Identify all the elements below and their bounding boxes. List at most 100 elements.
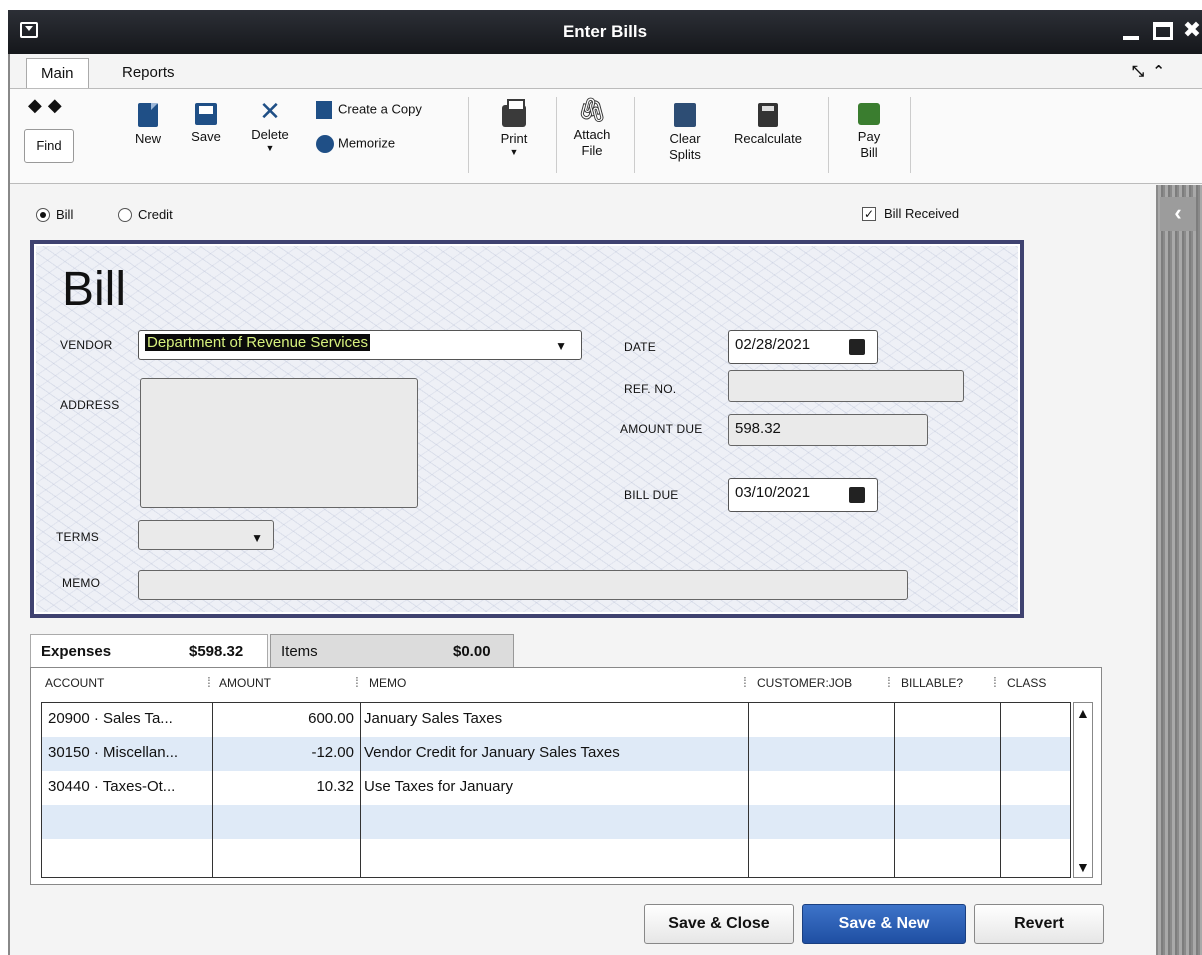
account-cell[interactable]: 20900 · Sales Ta... xyxy=(44,703,212,737)
maximize-icon[interactable] xyxy=(1153,22,1173,40)
column-divider[interactable]: ⁞ xyxy=(993,674,997,690)
print-dropdown-icon[interactable]: ▼ xyxy=(492,147,536,157)
column-header-class[interactable]: CLASS xyxy=(1007,676,1046,690)
amount-due-label: AMOUNT DUE xyxy=(620,422,703,436)
toolbar-divider xyxy=(828,97,829,173)
bill-due-value: 03/10/2021 xyxy=(735,484,811,501)
new-label: New xyxy=(134,131,161,146)
bill-due-field[interactable]: 03/10/2021 xyxy=(728,478,878,512)
date-value: 02/28/2021 xyxy=(735,336,811,353)
toolbar: ◆◆ Find New Save ✕ Delete ▼ Create a Cop… xyxy=(10,88,1202,184)
new-button[interactable]: New xyxy=(128,103,168,147)
vendor-dropdown-arrow-icon[interactable]: ▼ xyxy=(555,336,567,356)
table-row-empty[interactable] xyxy=(42,839,1070,873)
amount-cell[interactable]: 600.00 xyxy=(214,703,358,737)
tab-reports[interactable]: Reports xyxy=(108,58,189,88)
column-divider[interactable]: ⁞ xyxy=(207,674,211,690)
ref-no-label: REF. NO. xyxy=(624,382,677,396)
recalculate-button[interactable]: Recalculate xyxy=(722,103,814,147)
grid-scrollbar[interactable]: ▲ ▼ xyxy=(1073,702,1093,878)
memorize-button[interactable]: Memorize xyxy=(316,135,395,153)
bill-radio[interactable] xyxy=(36,208,50,222)
table-row[interactable]: 30440 · Taxes-Ot... 10.32 Use Taxes for … xyxy=(42,771,1070,805)
table-row[interactable]: 30150 · Miscellan... -12.00 Vendor Credi… xyxy=(42,737,1070,771)
save-close-button[interactable]: Save & Close xyxy=(644,904,794,944)
file-label: File xyxy=(581,143,603,158)
find-button[interactable]: Find xyxy=(24,129,74,163)
bill-due-label: BILL DUE xyxy=(624,488,679,502)
credit-radio[interactable] xyxy=(118,208,132,222)
calendar-icon[interactable] xyxy=(849,487,865,503)
grid-body: 20900 · Sales Ta... 600.00 January Sales… xyxy=(41,702,1071,878)
account-cell[interactable]: 30150 · Miscellan... xyxy=(44,737,212,771)
terms-dropdown-arrow-icon[interactable]: ▼ xyxy=(251,528,263,548)
clear-label: Clear xyxy=(669,131,701,146)
terms-dropdown[interactable]: ▼ xyxy=(138,520,274,550)
account-cell[interactable]: 30440 · Taxes-Ot... xyxy=(44,771,212,805)
memo-cell[interactable]: January Sales Taxes xyxy=(360,703,744,737)
column-header-billable[interactable]: BILLABLE? xyxy=(901,676,963,690)
column-header-customer-job[interactable]: CUSTOMER:JOB xyxy=(757,676,852,690)
tab-main[interactable]: Main xyxy=(26,58,89,88)
address-label: ADDRESS xyxy=(60,398,120,412)
table-row-empty[interactable] xyxy=(42,805,1070,839)
table-row[interactable]: 20900 · Sales Ta... 600.00 January Sales… xyxy=(42,703,1070,737)
delete-button[interactable]: ✕ Delete ▼ xyxy=(246,98,294,153)
memorize-icon xyxy=(316,135,334,153)
print-icon xyxy=(502,99,526,127)
tab-expenses[interactable]: Expenses $598.32 xyxy=(30,634,268,668)
date-field[interactable]: 02/28/2021 xyxy=(728,330,878,364)
amount-cell[interactable]: -12.00 xyxy=(214,737,358,771)
clear-splits-button[interactable]: Clear Splits xyxy=(662,103,708,163)
column-line xyxy=(360,703,361,877)
splits-label: Splits xyxy=(669,147,701,162)
window-title: Enter Bills xyxy=(562,22,648,41)
scroll-up-icon[interactable]: ▲ xyxy=(1076,705,1090,721)
pay-bill-button[interactable]: Pay Bill xyxy=(846,103,892,161)
prev-next-arrows-icon[interactable]: ◆◆ xyxy=(28,95,68,116)
amount-cell[interactable]: 10.32 xyxy=(214,771,358,805)
column-divider[interactable]: ⁞ xyxy=(743,674,747,690)
save-new-button[interactable]: Save & New xyxy=(802,904,966,944)
memo-field[interactable] xyxy=(138,570,908,600)
calendar-icon[interactable] xyxy=(849,339,865,355)
memo-cell[interactable]: Use Taxes for January xyxy=(360,771,744,805)
delete-label: Delete xyxy=(251,127,289,142)
column-divider[interactable]: ⁞ xyxy=(887,674,891,690)
column-divider[interactable]: ⁞ xyxy=(355,674,359,690)
toolbar-divider xyxy=(556,97,557,173)
bill-received-checkbox[interactable]: ✓ xyxy=(862,207,876,221)
amount-due-field[interactable]: 598.32 xyxy=(728,414,928,446)
save-button[interactable]: Save xyxy=(186,103,226,145)
scroll-down-icon[interactable]: ▼ xyxy=(1076,859,1090,875)
ribbon-collapse-icons[interactable]: ⤡ ⌃ xyxy=(1132,62,1165,80)
pay-bill-icon xyxy=(858,103,880,125)
memo-cell[interactable]: Vendor Credit for January Sales Taxes xyxy=(360,737,744,771)
bill-label: Bill xyxy=(860,145,878,160)
column-header-amount[interactable]: AMOUNT xyxy=(219,676,271,690)
ref-no-field[interactable] xyxy=(728,370,964,402)
print-button[interactable]: Print ▼ xyxy=(492,99,536,157)
column-header-memo[interactable]: MEMO xyxy=(369,676,406,690)
expenses-grid: ACCOUNT ⁞ AMOUNT ⁞ MEMO ⁞ CUSTOMER:JOB ⁞… xyxy=(30,667,1102,885)
tab-items[interactable]: Items $0.00 xyxy=(270,634,514,668)
address-field[interactable] xyxy=(140,378,418,508)
ribbon-tabs: Main Reports ⤡ ⌃ xyxy=(10,58,1202,88)
bill-radio-label: Bill xyxy=(56,207,74,222)
print-label: Print xyxy=(500,131,528,146)
vendor-dropdown[interactable]: Department of Revenue Services ▼ xyxy=(138,330,582,360)
calculator-icon xyxy=(758,103,778,127)
delete-dropdown-icon[interactable]: ▼ xyxy=(246,143,294,153)
attach-file-button[interactable]: 🖇 Attach File xyxy=(570,99,614,159)
revert-button[interactable]: Revert xyxy=(974,904,1104,944)
column-header-account[interactable]: ACCOUNT xyxy=(45,676,104,690)
date-label: DATE xyxy=(624,340,656,354)
expenses-tab-amount: $598.32 xyxy=(189,643,244,660)
history-panel-collapsed[interactable]: ‹ xyxy=(1156,185,1202,955)
recalculate-label: Recalculate xyxy=(734,131,802,146)
close-icon[interactable]: ✖ xyxy=(1182,19,1202,41)
toolbar-divider xyxy=(910,97,911,173)
expand-panel-icon[interactable]: ‹ xyxy=(1160,197,1196,231)
create-copy-button[interactable]: Create a Copy xyxy=(316,101,422,119)
title-bar: Enter Bills ✖ xyxy=(8,10,1202,54)
